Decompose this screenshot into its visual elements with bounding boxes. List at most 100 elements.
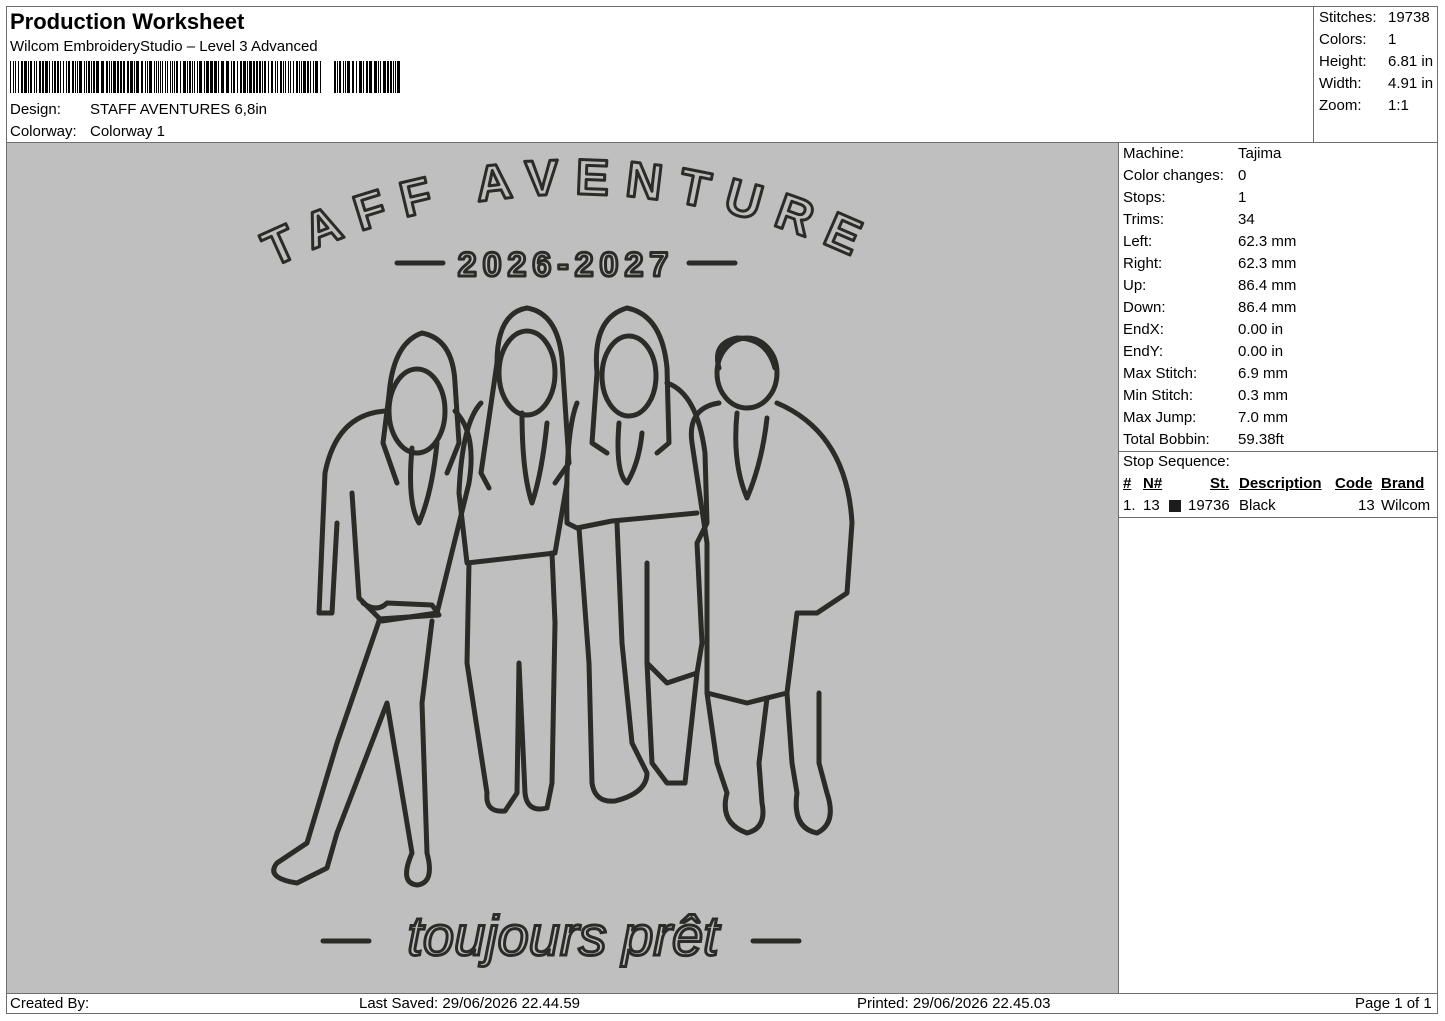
barcode-bar xyxy=(111,61,112,93)
barcode-bar xyxy=(243,61,246,93)
barcode-bar xyxy=(84,61,85,93)
row-brand: Wilcom xyxy=(1381,497,1431,514)
years-text: 2026-2027 xyxy=(458,246,675,284)
barcode-bar xyxy=(141,61,143,93)
barcode-bar xyxy=(158,61,159,93)
design-value: STAFF AVENTURES 6,8in xyxy=(90,101,267,118)
barcode-bar xyxy=(303,61,306,93)
barcode-bar xyxy=(378,61,379,93)
info-label: EndX: xyxy=(1123,321,1164,338)
barcode-bar xyxy=(334,61,336,93)
barcode-bar xyxy=(72,61,74,93)
barcode-bar xyxy=(206,61,209,93)
headline-text: STAFF AVENTURES xyxy=(7,143,884,277)
person-figure xyxy=(688,335,855,836)
barcode-bar xyxy=(296,61,298,93)
info-value: 62.3 mm xyxy=(1238,233,1297,250)
barcode-bar xyxy=(337,61,338,93)
col-header-description: Description xyxy=(1239,475,1322,492)
barcode-bar xyxy=(285,61,286,93)
printed-date: Printed: 29/06/2026 22.45.03 xyxy=(857,995,1051,1012)
barcode-bar xyxy=(180,61,181,93)
barcode-bar xyxy=(233,61,235,93)
barcode-bar xyxy=(147,61,148,93)
info-value: 34 xyxy=(1238,211,1255,228)
machine-value: Tajima xyxy=(1238,145,1282,162)
barcode-bar xyxy=(393,61,394,93)
stop-sequence-title: Stop Sequence: xyxy=(1123,453,1230,470)
barcode-bar xyxy=(214,61,217,93)
barcode-bar xyxy=(13,61,14,93)
stat-value: 4.91 in xyxy=(1388,75,1434,92)
barcode-bar xyxy=(66,61,67,93)
barcode-bar xyxy=(24,61,27,93)
barcode-bar xyxy=(277,61,278,93)
info-label: Trims: xyxy=(1123,211,1165,228)
created-by: Created By: xyxy=(10,995,90,1012)
barcode-bar xyxy=(54,61,56,93)
stat-label: Stitches: xyxy=(1319,9,1377,26)
barcode-bar xyxy=(39,61,41,93)
info-value: 86.4 mm xyxy=(1238,277,1297,294)
info-value: 59.38ft xyxy=(1238,431,1284,448)
stat-label: Width: xyxy=(1319,75,1362,92)
row-description: Black xyxy=(1239,497,1276,514)
barcode-bar xyxy=(268,61,269,93)
barcode-bar xyxy=(226,61,229,93)
barcode-bar xyxy=(123,61,125,93)
row-num: 1. xyxy=(1123,497,1136,514)
barcode-bar xyxy=(160,61,161,93)
barcode-bar xyxy=(313,61,314,93)
row-needle: 13 xyxy=(1143,497,1160,514)
barcode-bar xyxy=(154,61,155,93)
info-value: 6.9 mm xyxy=(1238,365,1289,382)
barcode-bar xyxy=(352,61,354,93)
person-figure xyxy=(271,330,474,888)
barcode-bar xyxy=(259,61,261,93)
worksheet-footer: Created By: Last Saved: 29/06/2026 22.44… xyxy=(7,993,1437,1013)
info-label: Min Stitch: xyxy=(1123,387,1194,404)
barcode-bar xyxy=(93,61,95,93)
barcode-bar xyxy=(307,61,309,93)
info-label: Max Stitch: xyxy=(1123,365,1198,382)
stat-label: Colors: xyxy=(1319,31,1367,48)
barcode-bar xyxy=(374,61,377,93)
barcode-bar xyxy=(120,61,122,93)
info-label: Right: xyxy=(1123,255,1163,272)
barcode-bar xyxy=(174,61,175,93)
info-value: 7.0 mm xyxy=(1238,409,1289,426)
design-line: Design: STAFF AVENTURES 6,8in xyxy=(10,101,267,118)
embroidery-artwork: STAFF AVENTURES 2026-2027 xyxy=(0,97,884,969)
divider xyxy=(1119,451,1437,452)
barcode-bar xyxy=(52,61,53,93)
info-label: Total Bobbin: xyxy=(1123,431,1210,448)
barcode-bar xyxy=(30,61,32,93)
info-value: 1 xyxy=(1238,189,1247,206)
barcode-bar xyxy=(288,61,289,93)
barcode-bar xyxy=(199,61,202,93)
barcode-bar xyxy=(149,61,152,93)
barcode-bar xyxy=(275,61,276,93)
worksheet-frame: Production Worksheet Wilcom EmbroiderySt… xyxy=(0,6,1438,1014)
barcode-bar xyxy=(380,61,381,93)
barcode-bar xyxy=(130,61,133,93)
barcode-bar xyxy=(18,61,19,93)
barcode-bar xyxy=(247,61,248,93)
design-label: Design: xyxy=(10,101,61,118)
page-title: Production Worksheet xyxy=(10,9,245,34)
barcode-bar xyxy=(320,61,321,93)
barcode-bar xyxy=(57,61,59,93)
barcode-bar xyxy=(45,61,48,93)
col-header-st: St. xyxy=(1210,475,1230,492)
barcode-bar xyxy=(347,61,350,93)
barcode-bar xyxy=(256,61,258,93)
barcode-bar xyxy=(395,61,396,93)
barcode-bar xyxy=(88,61,90,93)
barcode-bar xyxy=(204,61,205,93)
stat-value: 1 xyxy=(1388,31,1397,48)
barcode-bar xyxy=(15,61,16,93)
barcode-bar xyxy=(210,61,213,93)
stat-value: 19738 xyxy=(1388,9,1430,26)
barcode-image xyxy=(10,61,400,93)
barcode-bar xyxy=(397,61,400,93)
